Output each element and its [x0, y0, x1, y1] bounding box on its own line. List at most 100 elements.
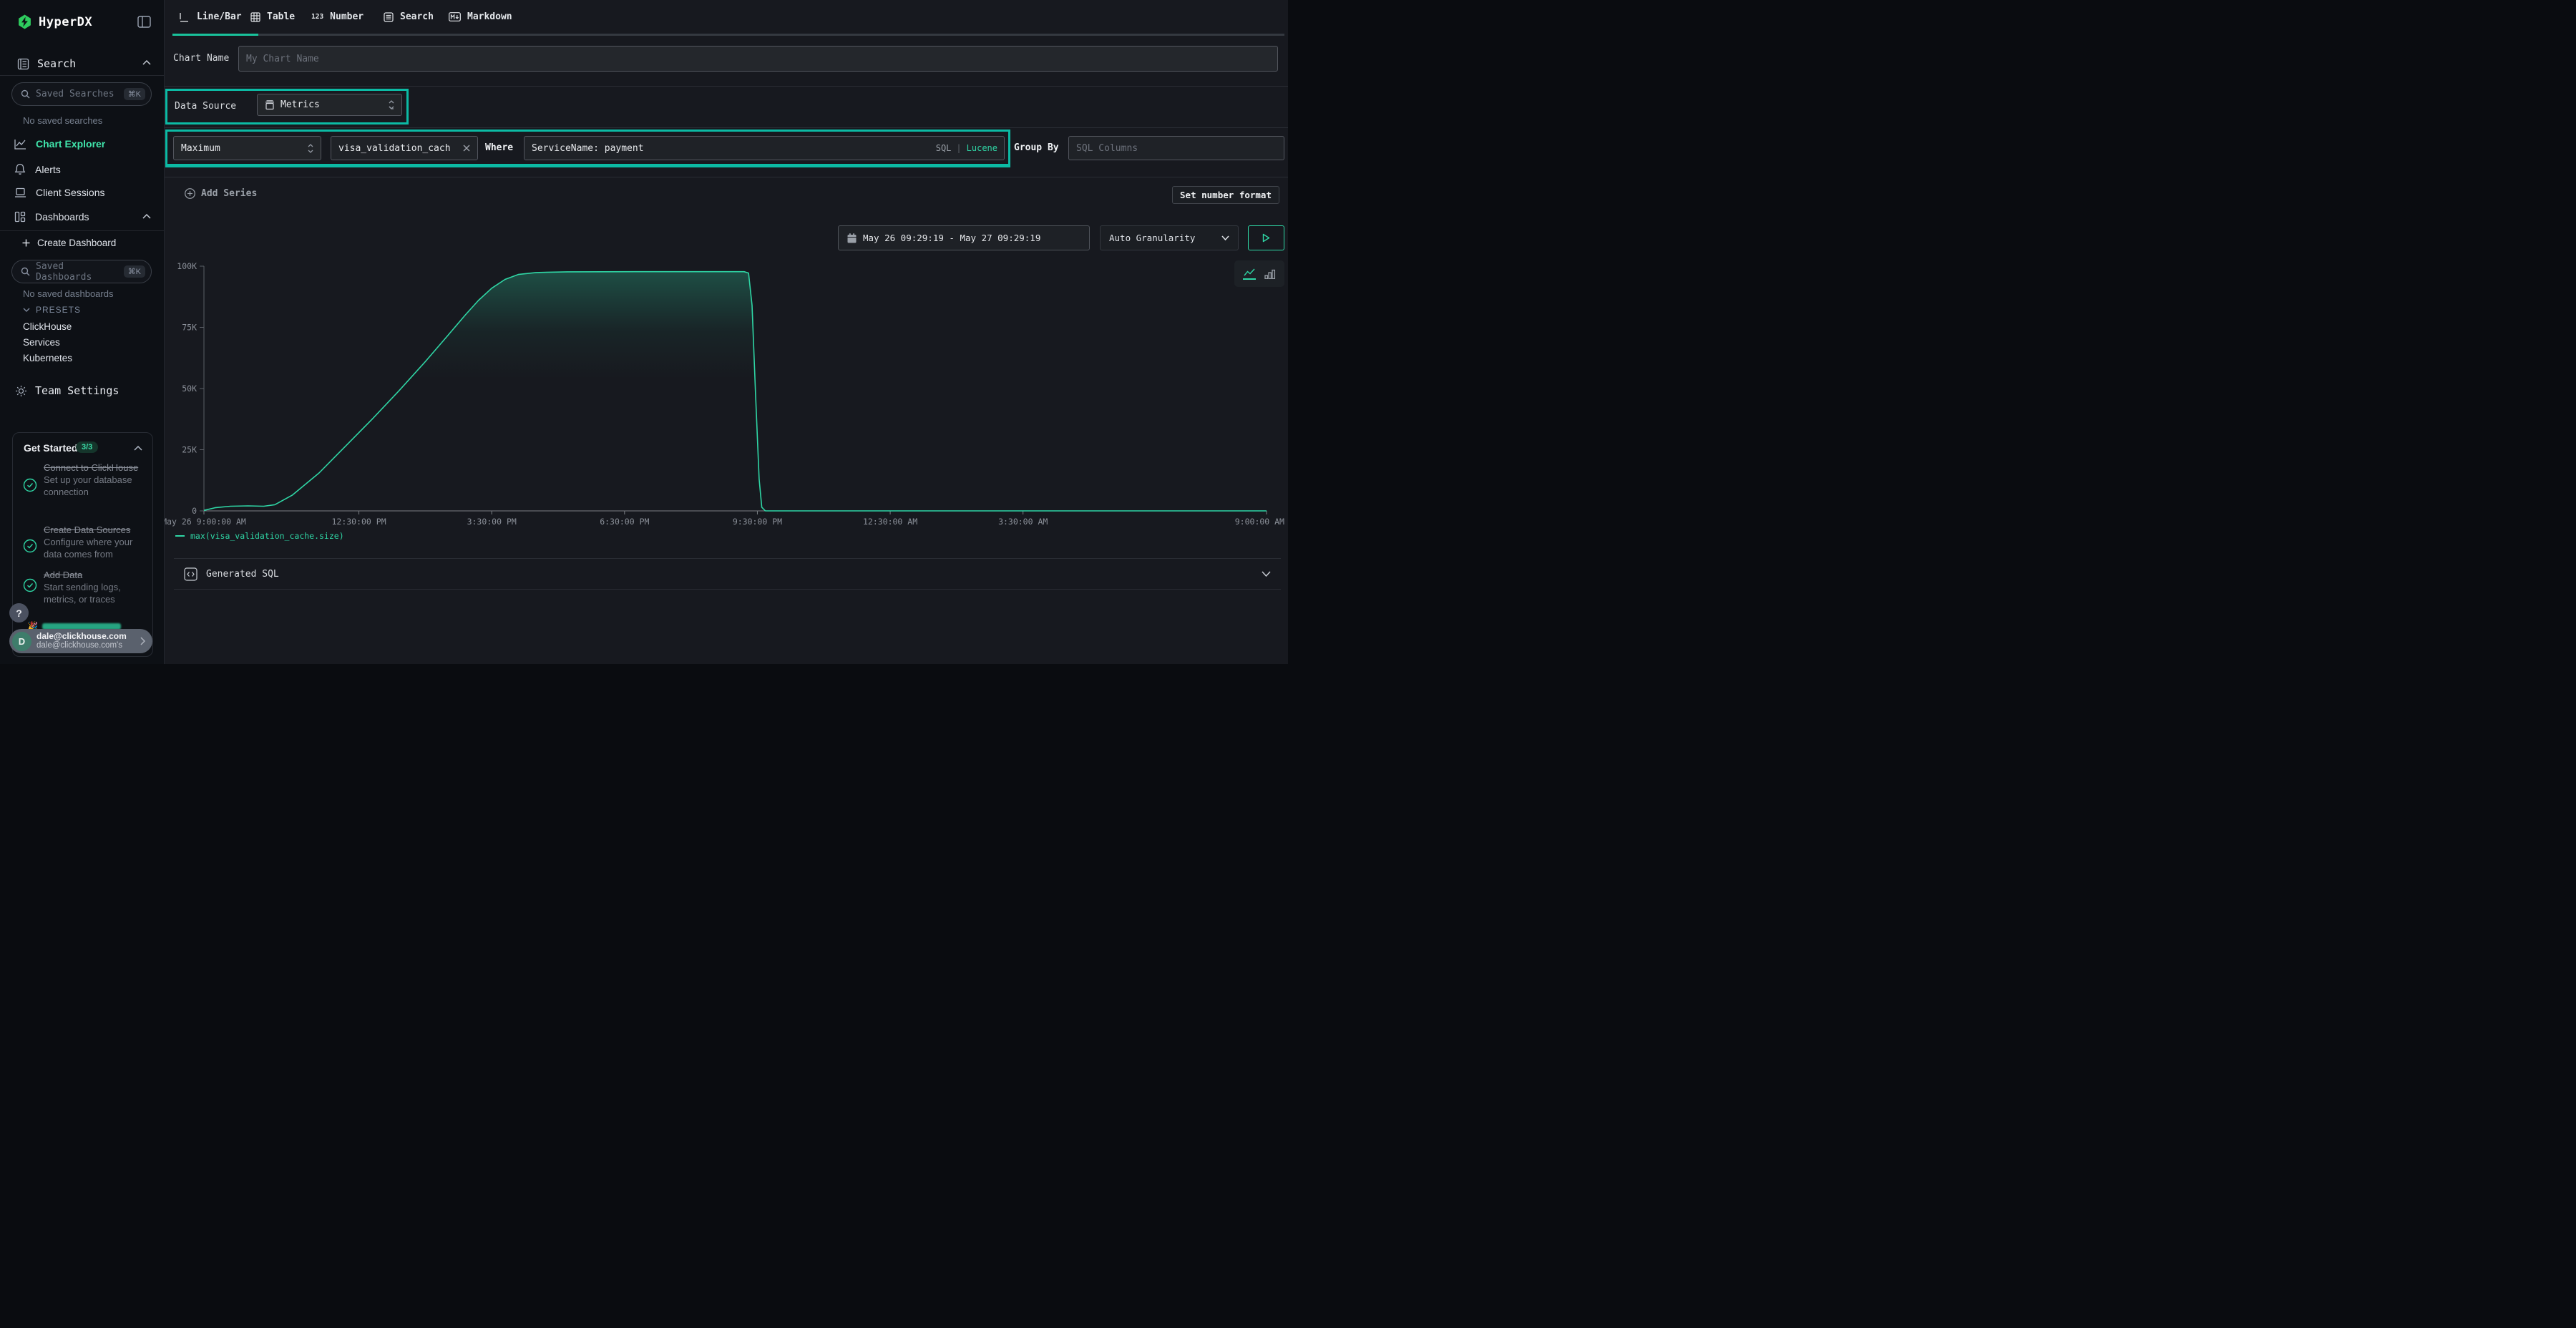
saved-dashboards-placeholder: Saved Dashboards	[36, 261, 118, 283]
saved-dashboards-input[interactable]: Saved Dashboards ⌘K	[11, 260, 152, 283]
svg-text:3:30:00 PM: 3:30:00 PM	[467, 517, 517, 527]
svg-text:12:30:00 PM: 12:30:00 PM	[331, 517, 386, 527]
aggregation-select[interactable]: Maximum	[173, 136, 321, 160]
laptop-icon	[14, 187, 26, 198]
updown-chevrons-icon	[389, 100, 394, 109]
lang-sql-option[interactable]: SQL	[936, 143, 952, 153]
presets-header[interactable]: PRESETS	[23, 305, 81, 315]
dashboards-collapse-chevron-icon[interactable]	[142, 214, 151, 219]
app-logo[interactable]: HyperDX	[17, 14, 92, 29]
aggregation-value: Maximum	[181, 143, 220, 154]
data-source-value: Metrics	[280, 99, 320, 110]
sidebar-item-dashboards[interactable]: Dashboards	[14, 211, 89, 223]
tab-number[interactable]: 123 Number	[311, 0, 364, 34]
shortcut-badge: ⌘K	[124, 88, 145, 100]
create-dashboard-button[interactable]: Create Dashboard	[22, 238, 116, 248]
preset-item-services[interactable]: Services	[23, 337, 60, 348]
sidebar: HyperDX Search Saved Searches ⌘K No save…	[0, 0, 165, 664]
line-chart-icon	[180, 12, 190, 22]
check-circle-icon	[23, 478, 37, 492]
chevron-down-icon	[1262, 571, 1271, 577]
get-started-item[interactable]: Create Data Sources Configure where your…	[44, 524, 147, 560]
tab-line-bar[interactable]: Line/Bar	[180, 0, 242, 34]
svg-text:12:30:00 AM: 12:30:00 AM	[863, 517, 917, 527]
svg-text:May 26 9:00:00 AM: May 26 9:00:00 AM	[165, 517, 246, 527]
sidebar-item-team-settings[interactable]: Team Settings	[15, 384, 119, 397]
user-menu[interactable]: D dale@clickhouse.com dale@clickhouse.co…	[9, 629, 152, 653]
granularity-select[interactable]: Auto Granularity	[1100, 225, 1239, 250]
where-filter: SQL | Lucene	[524, 136, 1005, 160]
timeseries-chart[interactable]: 025K50K75K100KMay 26 9:00:00 AM12:30:00 …	[165, 258, 1288, 533]
team-settings-label: Team Settings	[35, 384, 119, 397]
chart-explorer-icon	[14, 139, 26, 150]
chart-legend[interactable]: max(visa_validation_cache.size)	[175, 531, 344, 541]
divider	[165, 86, 1288, 87]
chevron-down-icon	[1221, 235, 1229, 240]
chart-name-label: Chart Name	[173, 53, 229, 64]
where-input[interactable]	[524, 136, 1005, 160]
saved-searches-placeholder: Saved Searches	[36, 89, 118, 99]
run-query-button[interactable]	[1248, 225, 1284, 250]
updown-chevrons-icon	[308, 144, 313, 153]
group-by-input[interactable]	[1068, 136, 1284, 160]
dashboards-icon	[14, 211, 26, 223]
remove-metric-icon[interactable]	[463, 145, 470, 152]
sidebar-divider	[0, 75, 165, 76]
get-started-item[interactable]: Add Data Start sending logs, metrics, or…	[44, 569, 147, 605]
sidebar-item-client-sessions[interactable]: Client Sessions	[14, 187, 105, 198]
user-team: dale@clickhouse.com's	[36, 641, 135, 650]
tab-label: Number	[330, 11, 364, 22]
data-source-label: Data Source	[175, 101, 236, 112]
sidebar-item-label: Dashboards	[35, 211, 89, 223]
data-source-select[interactable]: Metrics	[257, 94, 402, 116]
svg-text:25K: 25K	[182, 445, 197, 455]
svg-text:50K: 50K	[182, 384, 197, 394]
saved-searches-input[interactable]: Saved Searches ⌘K	[11, 82, 152, 106]
plus-circle-icon	[185, 188, 195, 199]
get-started-progress-badge: 3/3	[76, 441, 98, 453]
help-button[interactable]: ?	[9, 603, 29, 622]
metric-field-token[interactable]: visa_validation_cach	[331, 136, 478, 160]
search-collapse-chevron-icon[interactable]	[142, 60, 151, 65]
get-started-item-subtitle: Configure where your data comes from	[44, 536, 147, 560]
sidebar-item-alerts[interactable]: Alerts	[14, 163, 61, 175]
preset-item-kubernetes[interactable]: Kubernetes	[23, 353, 72, 363]
sidebar-item-label: Alerts	[35, 164, 61, 175]
date-range-picker[interactable]: May 26 09:29:19 - May 27 09:29:19	[838, 225, 1090, 250]
create-dashboard-label: Create Dashboard	[37, 238, 116, 248]
search-section-icon	[17, 58, 29, 70]
main-content: Line/Bar Table 123 Number Search Markdow…	[165, 0, 1288, 664]
preset-item-clickhouse[interactable]: ClickHouse	[23, 321, 72, 332]
add-series-label: Add Series	[201, 188, 257, 199]
number-123-icon: 123	[311, 13, 323, 21]
shortcut-badge: ⌘K	[124, 265, 145, 278]
tab-table[interactable]: Table	[250, 0, 295, 34]
add-series-button[interactable]: Add Series	[185, 188, 257, 199]
user-email: dale@clickhouse.com	[36, 632, 135, 641]
tab-label: Line/Bar	[197, 11, 242, 22]
get-started-item-subtitle: Set up your database connection	[44, 474, 147, 498]
lang-lucene-option[interactable]: Lucene	[967, 143, 997, 153]
granularity-value: Auto Granularity	[1109, 233, 1195, 243]
chart-name-input[interactable]	[238, 46, 1278, 72]
sidebar-divider	[0, 230, 165, 231]
get-started-item[interactable]: Connect to ClickHouse Set up your databa…	[44, 462, 147, 498]
collapse-sidebar-icon[interactable]	[137, 16, 151, 28]
tab-search[interactable]: Search	[384, 0, 434, 34]
set-number-format-button[interactable]: Set number format	[1172, 186, 1279, 204]
code-icon	[184, 567, 197, 581]
date-range-value: May 26 09:29:19 - May 27 09:29:19	[863, 233, 1040, 243]
sidebar-item-chart-explorer[interactable]: Chart Explorer	[14, 138, 105, 150]
sidebar-item-label: Client Sessions	[36, 187, 105, 198]
legend-series-label: max(visa_validation_cache.size)	[190, 531, 344, 541]
generated-sql-toggle[interactable]: Generated SQL	[174, 558, 1281, 590]
get-started-collapse-chevron-icon[interactable]	[134, 446, 142, 451]
sidebar-section-search[interactable]: Search	[17, 57, 76, 70]
active-tab-underline	[172, 34, 258, 36]
lang-separator: |	[956, 143, 961, 153]
tab-label: Search	[400, 11, 434, 22]
tab-markdown[interactable]: Markdown	[449, 0, 512, 34]
metrics-source-icon	[265, 100, 275, 110]
divider	[165, 127, 1288, 128]
query-language-toggle: SQL | Lucene	[936, 136, 997, 160]
